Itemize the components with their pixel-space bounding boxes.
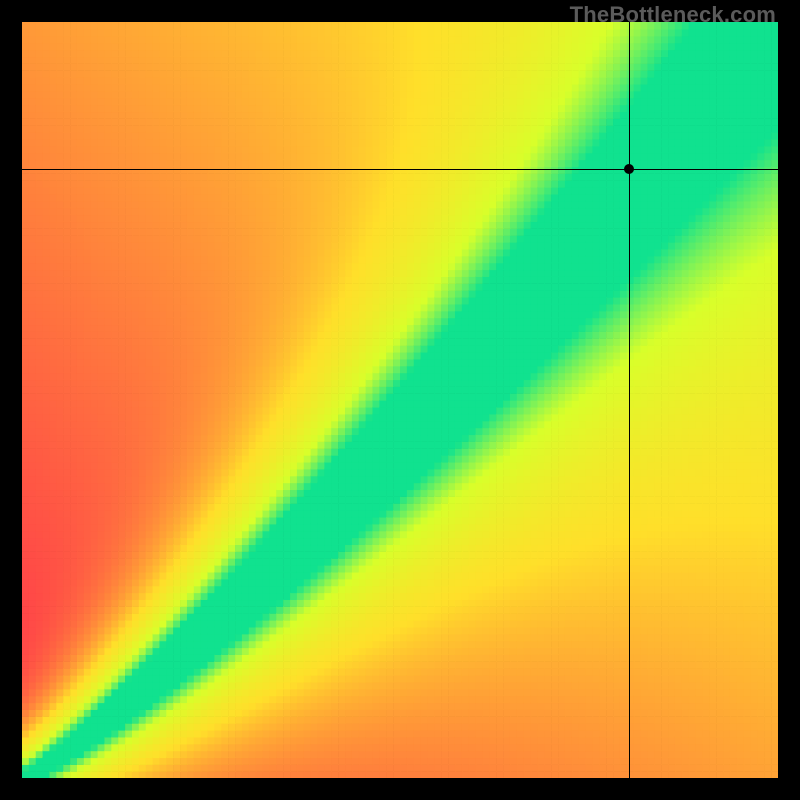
crosshair-dot [624,164,634,174]
crosshair-vertical [629,22,630,778]
heatmap-canvas [22,22,778,778]
crosshair-horizontal [22,169,778,170]
heatmap-chart [22,22,778,778]
